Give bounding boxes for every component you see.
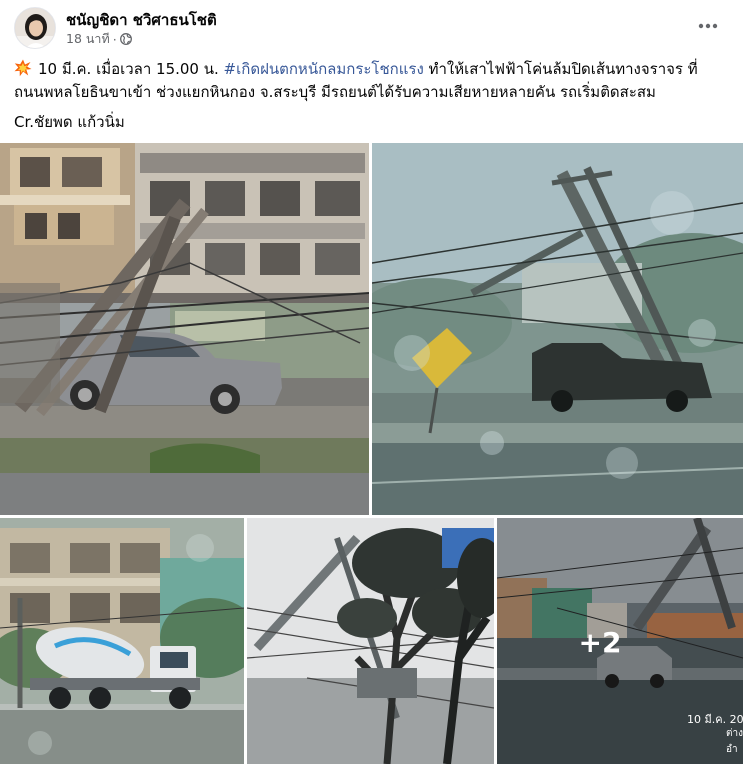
meta-separator: · <box>112 31 117 47</box>
author-avatar[interactable] <box>14 7 56 49</box>
post-header: ชนัญชิดา ชวิศาธนโชติ 18 นาที · <box>0 0 743 56</box>
post-message-line-2: ถนนพหลโยธินขาเข้า ช่วงแยกหินกอง จ.สระบุร… <box>14 83 656 101</box>
post-time[interactable]: 18 นาที <box>66 29 110 49</box>
hashtag-link[interactable]: #เกิดฝนตกหนักลมกระโชกแรง <box>224 60 424 78</box>
globe-icon <box>119 33 132 45</box>
photo-5-more[interactable]: +2 10 มี.ค. 20 ต่าง อำ <box>497 518 743 764</box>
post-message: 10 มี.ค. เมื่อเวลา 15.00 น. #เกิดฝนตกหนั… <box>14 58 730 104</box>
photo-stamp-line-3: อำ <box>726 744 738 755</box>
photo-2[interactable] <box>372 143 743 515</box>
photo-stamp-line-2: ต่าง <box>726 728 743 739</box>
photo-1[interactable] <box>0 143 369 515</box>
post-message-line-1: 10 มี.ค. เมื่อเวลา 15.00 น. #เกิดฝนตกหนั… <box>14 58 730 81</box>
photo-credit: Cr.ชัยพด แก้วนิ่ม <box>14 113 125 131</box>
more-options-button[interactable] <box>690 12 726 40</box>
post-message-text-1b: ทำให้เสาไฟฟ้าโค่นล้มปิดเส้นทางจราจร ที่ <box>423 60 698 78</box>
more-horizontal-icon <box>698 23 718 29</box>
post-message-text-1: 10 มี.ค. เมื่อเวลา 15.00 น. <box>38 60 224 78</box>
photo-4[interactable] <box>247 518 494 764</box>
post-meta: 18 นาที · <box>66 29 132 49</box>
more-photos-count: +2 <box>578 625 622 659</box>
photo-3[interactable] <box>0 518 244 764</box>
collision-emoji-icon <box>14 59 32 77</box>
